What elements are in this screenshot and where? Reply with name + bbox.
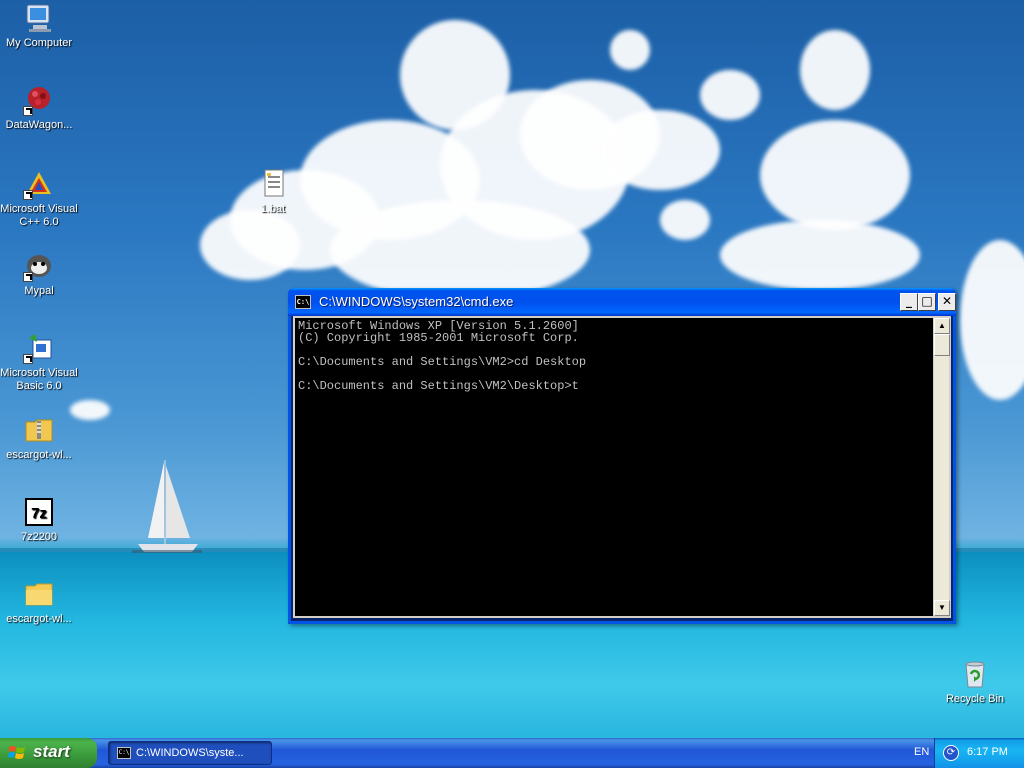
mypal-icon — [23, 250, 55, 282]
desktop-icon-recycle-bin[interactable]: Recycle Bin — [936, 658, 1014, 706]
taskbar-button-label: C:\WINDOWS\syste... — [136, 747, 244, 759]
desktop-icon-label: DataWagon... — [5, 119, 73, 131]
start-label: start — [33, 742, 70, 761]
desktop-icon-7z2200[interactable]: 7z 7z2200 — [0, 496, 78, 544]
desktop-icon-escargot-folder[interactable]: escargot-wl... — [0, 578, 78, 626]
maximize-button[interactable]: □ — [918, 293, 936, 311]
taskbar-button-cmd[interactable]: C:\ C:\WINDOWS\syste... — [108, 741, 272, 765]
zip-folder-icon — [23, 414, 55, 446]
language-indicator[interactable]: EN — [914, 746, 929, 758]
folder-icon — [23, 578, 55, 610]
sailboat-image — [132, 460, 202, 553]
7zip-icon: 7z — [23, 496, 55, 528]
cmd-icon: C:\ — [117, 747, 131, 759]
desktop-icon-label: 7z2200 — [20, 531, 58, 543]
windows-logo-icon — [8, 746, 25, 759]
shortcut-arrow-icon — [23, 354, 33, 364]
cmd-window[interactable]: C:\ C:\WINDOWS\system32\cmd.exe _ □ ✕ Mi… — [288, 288, 956, 624]
start-button[interactable]: start — [0, 738, 97, 768]
desktop-icon-visual-basic[interactable]: Microsoft Visual Basic 6.0 — [0, 332, 78, 393]
visual-cpp-icon — [23, 168, 55, 200]
sync-icon[interactable]: ⟳ — [943, 745, 959, 761]
desktop-icon-label: escargot-wl... — [6, 449, 72, 461]
datawagon-icon — [23, 84, 55, 116]
desktop-icon-label: My Computer — [5, 37, 73, 49]
window-titlebar[interactable]: C:\ C:\WINDOWS\system32\cmd.exe _ □ ✕ — [288, 288, 956, 316]
desktop-icon-label: escargot-wl... — [6, 613, 72, 625]
visual-basic-icon — [23, 332, 55, 364]
console-area[interactable]: Microsoft Windows XP [Version 5.1.2600] … — [293, 316, 951, 618]
recycle-bin-icon — [959, 658, 991, 690]
desktop-icon-my-computer[interactable]: My Computer — [0, 2, 78, 50]
window-title: C:\WINDOWS\system32\cmd.exe — [319, 294, 514, 309]
my-computer-icon — [23, 2, 55, 34]
desktop-icon-mypal[interactable]: Mypal — [0, 250, 78, 298]
desktop-icon-label: Microsoft Visual C++ 6.0 — [0, 203, 78, 228]
desktop-icon-datawagon[interactable]: DataWagon... — [0, 84, 78, 132]
cmd-icon[interactable]: C:\ — [295, 295, 311, 309]
desktop-icon-label: Mypal — [24, 285, 54, 297]
batch-file-icon — [257, 168, 289, 200]
scroll-down-button[interactable]: ▼ — [934, 600, 950, 616]
console-output[interactable]: Microsoft Windows XP [Version 5.1.2600] … — [298, 320, 934, 616]
svg-text:7z: 7z — [31, 505, 47, 522]
shortcut-arrow-icon — [23, 272, 33, 282]
desktop-icon-label: Recycle Bin — [945, 693, 1005, 705]
taskbar: start C:\ C:\WINDOWS\syste... EN ⟳ 6:17 … — [0, 738, 1024, 768]
desktop-icon-escargot-zip[interactable]: escargot-wl... — [0, 414, 78, 462]
desktop-icon-label: 1.bat — [260, 203, 286, 215]
scroll-up-button[interactable]: ▲ — [934, 318, 950, 334]
vertical-scrollbar[interactable]: ▲ ▼ — [933, 318, 950, 616]
desktop-icon-label: Microsoft Visual Basic 6.0 — [0, 367, 78, 392]
minimize-button[interactable]: _ — [900, 293, 918, 311]
shortcut-arrow-icon — [23, 190, 33, 200]
desktop-icon-visual-cpp[interactable]: Microsoft Visual C++ 6.0 — [0, 168, 78, 229]
close-button[interactable]: ✕ — [938, 293, 956, 311]
desktop-icon-1bat[interactable]: 1.bat — [234, 168, 312, 216]
scrollbar-thumb[interactable] — [934, 334, 950, 356]
clock[interactable]: 6:17 PM — [967, 746, 1008, 758]
system-tray: ⟳ 6:17 PM — [934, 738, 1024, 768]
shortcut-arrow-icon — [23, 106, 33, 116]
